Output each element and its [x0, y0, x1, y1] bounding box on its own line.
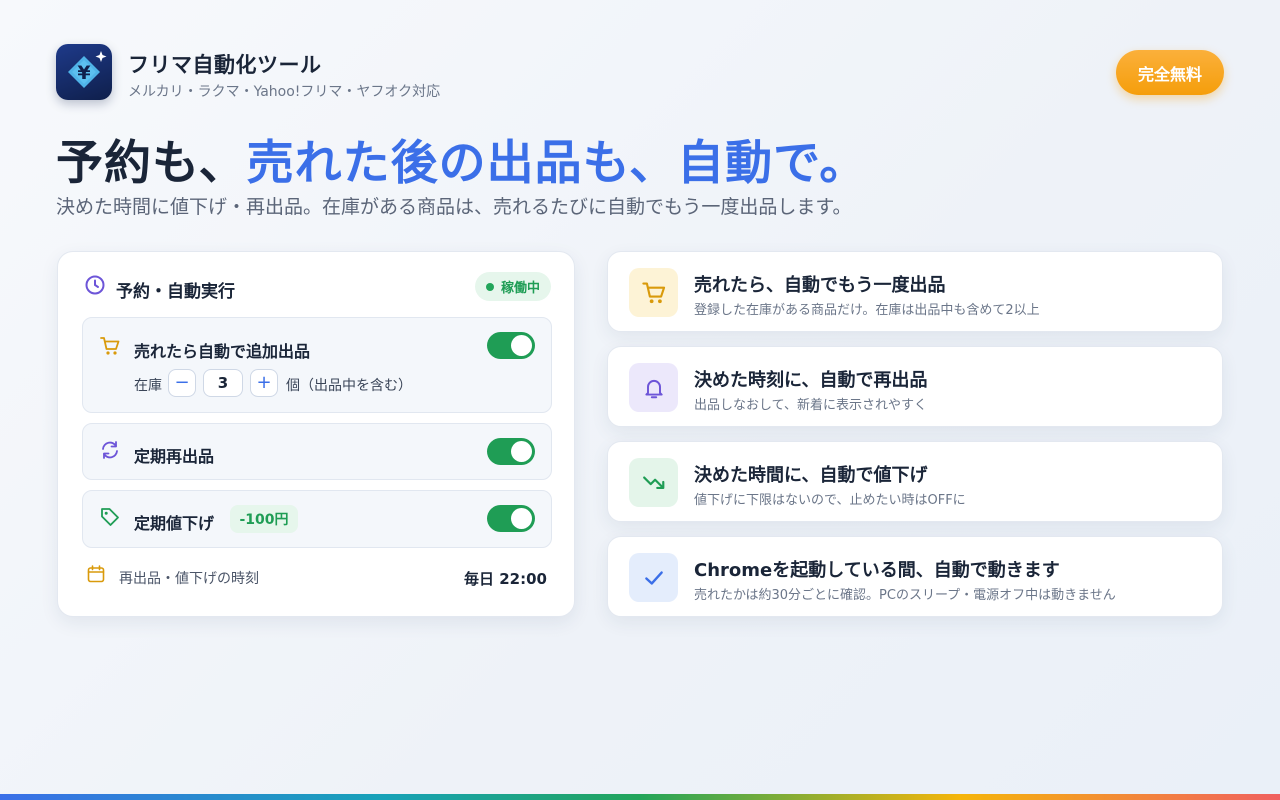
- trend-down-icon: [629, 458, 678, 507]
- feature-title: 売れたら、自動でもう一度出品: [694, 275, 946, 296]
- feature-desc: 登録した在庫がある商品だけ。在庫は出品中も含めて2以上: [694, 303, 1040, 318]
- calendar-icon: [86, 564, 106, 588]
- schedule-panel: 予約・自動実行 稼働中 売れたら自動で追加出品 在庫 − 3 + 個（出品中を含…: [57, 251, 575, 617]
- app-logo: ¥: [56, 44, 112, 100]
- status-badge: 稼働中: [475, 272, 551, 301]
- feature-card-scheduled-relist: 決めた時刻に、自動で再出品 出品しなおして、新着に表示されやすく: [607, 346, 1223, 427]
- feature-desc: 値下げに下限はないので、止めたい時はOFFに: [694, 493, 966, 508]
- price-drop-amount-badge: -100円: [230, 505, 298, 533]
- feature-card-price-drop: 決めた時間に、自動で値下げ 値下げに下限はないので、止めたい時はOFFに: [607, 441, 1223, 522]
- stock-unit: 個（出品中を含む）: [286, 378, 412, 394]
- panel-title: 予約・自動実行: [116, 282, 235, 302]
- stock-value-input[interactable]: 3: [203, 369, 243, 397]
- app-subtitle: メルカリ・ラクマ・Yahoo!フリマ・ヤフオク対応: [128, 84, 441, 100]
- feature-card-chrome-running: Chromeを起動している間、自動で動きます 売れたかは約30分ごとに確認。PC…: [607, 536, 1223, 617]
- free-badge: 完全無料: [1116, 50, 1224, 95]
- feature-desc: 出品しなおして、新着に表示されやすく: [694, 398, 927, 413]
- cart-icon: [99, 335, 121, 361]
- schedule-label: 再出品・値下げの時刻: [119, 571, 259, 587]
- feature-title: Chromeを起動している間、自動で動きます: [694, 560, 1060, 581]
- subheadline: 決めた時間に値下げ・再出品。在庫がある商品は、売れるたびに自動でもう一度出品しま…: [56, 196, 852, 218]
- yen-sparkle-icon: ¥: [68, 51, 107, 88]
- bottom-gradient-bar: [0, 794, 1280, 800]
- auto-relist-label: 売れたら自動で追加出品: [134, 342, 311, 361]
- periodic-relist-toggle[interactable]: [487, 438, 535, 465]
- tag-icon: [99, 506, 121, 532]
- auto-relist-row: 売れたら自動で追加出品 在庫 − 3 + 個（出品中を含む）: [82, 317, 552, 413]
- clock-icon: [84, 274, 106, 300]
- periodic-price-drop-toggle[interactable]: [487, 505, 535, 532]
- status-dot: [485, 282, 494, 291]
- periodic-price-drop-label: 定期値下げ: [134, 514, 215, 533]
- auto-relist-toggle[interactable]: [487, 332, 535, 359]
- headline-part2: 売れた後の出品も、自動で。: [246, 136, 868, 191]
- svg-text:¥: ¥: [77, 62, 90, 84]
- app-name: フリマ自動化ツール: [128, 53, 322, 77]
- headline-part1: 予約も、: [56, 136, 247, 191]
- stock-decrement-button[interactable]: −: [168, 369, 196, 397]
- periodic-relist-label: 定期再出品: [134, 447, 215, 466]
- schedule-time[interactable]: 毎日 22:00: [464, 568, 547, 589]
- feature-title: 決めた時間に、自動で値下げ: [694, 465, 928, 486]
- stock-label: 在庫: [134, 378, 162, 394]
- feature-card-auto-relist: 売れたら、自動でもう一度出品 登録した在庫がある商品だけ。在庫は出品中も含めて2…: [607, 251, 1223, 332]
- bell-icon: [629, 363, 678, 412]
- refresh-icon: [99, 439, 121, 465]
- check-icon: [629, 553, 678, 602]
- cart-icon: [629, 268, 678, 317]
- status-label: 稼働中: [500, 281, 540, 296]
- feature-title: 決めた時刻に、自動で再出品: [694, 370, 928, 391]
- periodic-price-drop-row: 定期値下げ -100円: [82, 490, 552, 548]
- headline: 予約も、売れた後の出品も、自動で。: [56, 124, 867, 193]
- stock-increment-button[interactable]: +: [250, 369, 278, 397]
- feature-desc: 売れたかは約30分ごとに確認。PCのスリープ・電源オフ中は動きません: [694, 588, 1116, 603]
- periodic-relist-row: 定期再出品: [82, 423, 552, 480]
